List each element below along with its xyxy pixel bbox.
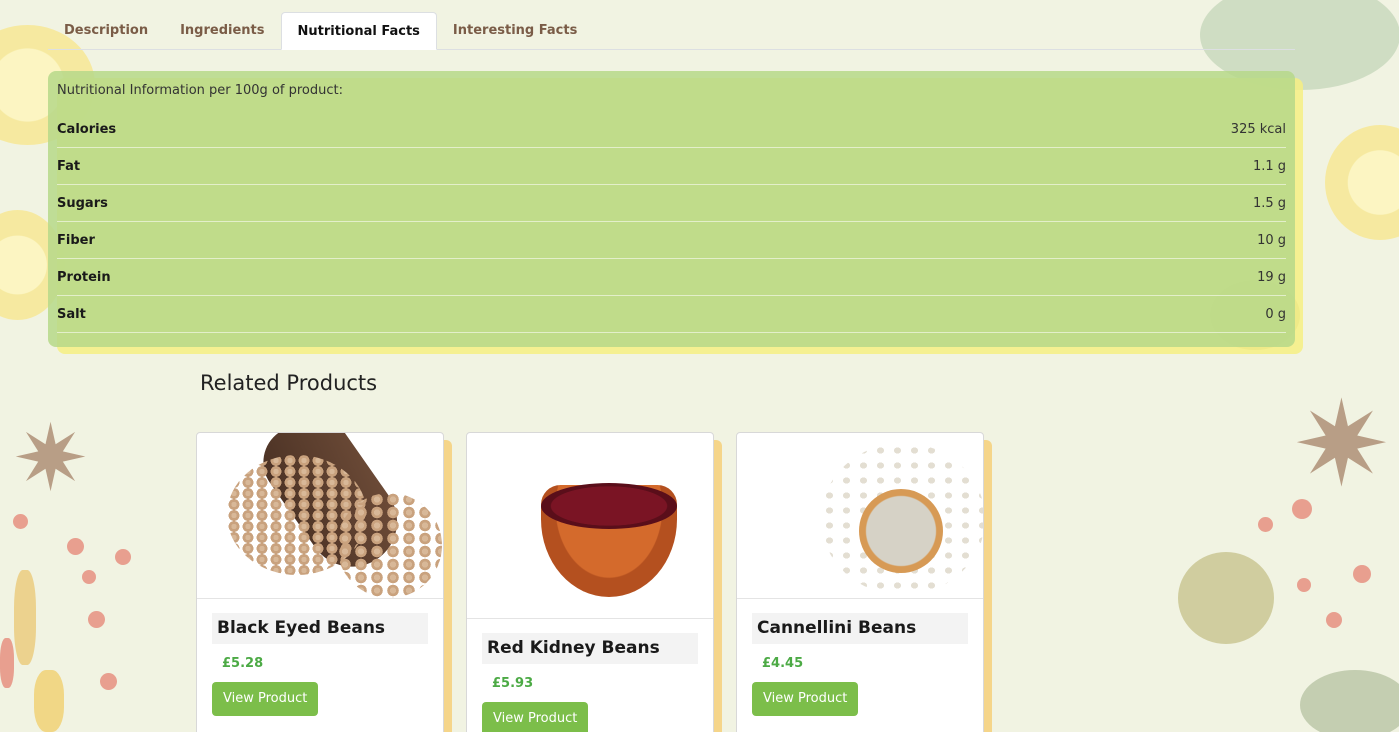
- berry-icon: [82, 570, 96, 584]
- kidney-beans-icon: [541, 483, 677, 529]
- product-name[interactable]: Black Eyed Beans: [212, 613, 428, 644]
- nutrition-value: 0 g: [1265, 306, 1286, 322]
- nutrition-label: Fat: [57, 158, 81, 174]
- nutrition-row-fiber: Fiber 10 g: [57, 222, 1286, 259]
- berry-icon: [1258, 517, 1273, 532]
- product-card-cannellini-beans: Cannellini Beans £4.45 View Product: [736, 432, 984, 732]
- nutrition-value: 10 g: [1257, 232, 1286, 248]
- product-price: £5.28: [222, 656, 264, 671]
- product-card-red-kidney-beans: Red Kidney Beans £5.93 View Product: [466, 432, 714, 732]
- product-card-black-eyed-beans: Black Eyed Beans £5.28 View Product: [196, 432, 444, 732]
- product-price: £5.93: [492, 676, 534, 691]
- nutrition-row-protein: Protein 19 g: [57, 259, 1286, 296]
- berry-icon: [67, 538, 84, 555]
- lemon-slice-icon: [1325, 125, 1399, 240]
- star-anise-icon: ✷: [12, 405, 90, 512]
- nutrition-label: Protein: [57, 269, 111, 285]
- nutrition-value: 19 g: [1257, 269, 1286, 285]
- nutrition-row-sugars: Sugars 1.5 g: [57, 185, 1286, 222]
- berry-icon: [0, 638, 14, 688]
- view-product-button[interactable]: View Product: [482, 702, 589, 732]
- nutrition-row-fat: Fat 1.1 g: [57, 148, 1286, 185]
- berry-icon: [100, 673, 117, 690]
- view-product-button[interactable]: View Product: [212, 682, 319, 716]
- nutrition-label: Sugars: [57, 195, 108, 211]
- berry-icon: [1297, 578, 1311, 592]
- herb-leaf-icon: [1178, 552, 1274, 644]
- bean-pile-icon: [337, 493, 442, 598]
- star-anise-icon: ✷: [1292, 375, 1391, 513]
- product-image[interactable]: [197, 433, 443, 599]
- nutrition-value: 325 kcal: [1230, 121, 1286, 137]
- product-tabs: Description Ingredients Nutritional Fact…: [48, 12, 1295, 50]
- berry-icon: [115, 549, 131, 565]
- nutrition-row-salt: Salt 0 g: [57, 296, 1286, 333]
- tab-nutritional-facts[interactable]: Nutritional Facts: [280, 12, 437, 50]
- product-price: £4.45: [762, 656, 804, 671]
- berry-icon: [1292, 499, 1312, 519]
- tab-description[interactable]: Description: [48, 12, 164, 50]
- nutrition-value: 1.1 g: [1252, 158, 1286, 174]
- nutrition-row-calories: Calories 325 kcal: [57, 111, 1286, 148]
- nutrition-value: 1.5 g: [1252, 195, 1286, 211]
- berry-icon: [13, 514, 28, 529]
- related-products-title: Related Products: [200, 371, 378, 395]
- nutrition-label: Fiber: [57, 232, 95, 248]
- herb-leaf-icon: [34, 670, 64, 732]
- nutrition-panel: Nutritional Information per 100g of prod…: [48, 71, 1295, 347]
- nutrition-intro: Nutritional Information per 100g of prod…: [57, 83, 343, 98]
- bowl-icon: [859, 489, 943, 573]
- berry-icon: [1353, 565, 1371, 583]
- tab-ingredients[interactable]: Ingredients: [164, 12, 280, 50]
- berry-icon: [88, 611, 105, 628]
- berry-icon: [1326, 612, 1342, 628]
- nutrition-label: Salt: [57, 306, 86, 322]
- product-image[interactable]: [737, 433, 983, 599]
- herb-leaf-icon: [14, 570, 36, 665]
- herb-leaf-icon: [1300, 670, 1399, 732]
- product-name[interactable]: Red Kidney Beans: [482, 633, 698, 664]
- nutrition-label: Calories: [57, 121, 117, 137]
- tab-interesting-facts[interactable]: Interesting Facts: [437, 12, 593, 50]
- view-product-button[interactable]: View Product: [752, 682, 859, 716]
- product-image[interactable]: [467, 433, 713, 619]
- product-name[interactable]: Cannellini Beans: [752, 613, 968, 644]
